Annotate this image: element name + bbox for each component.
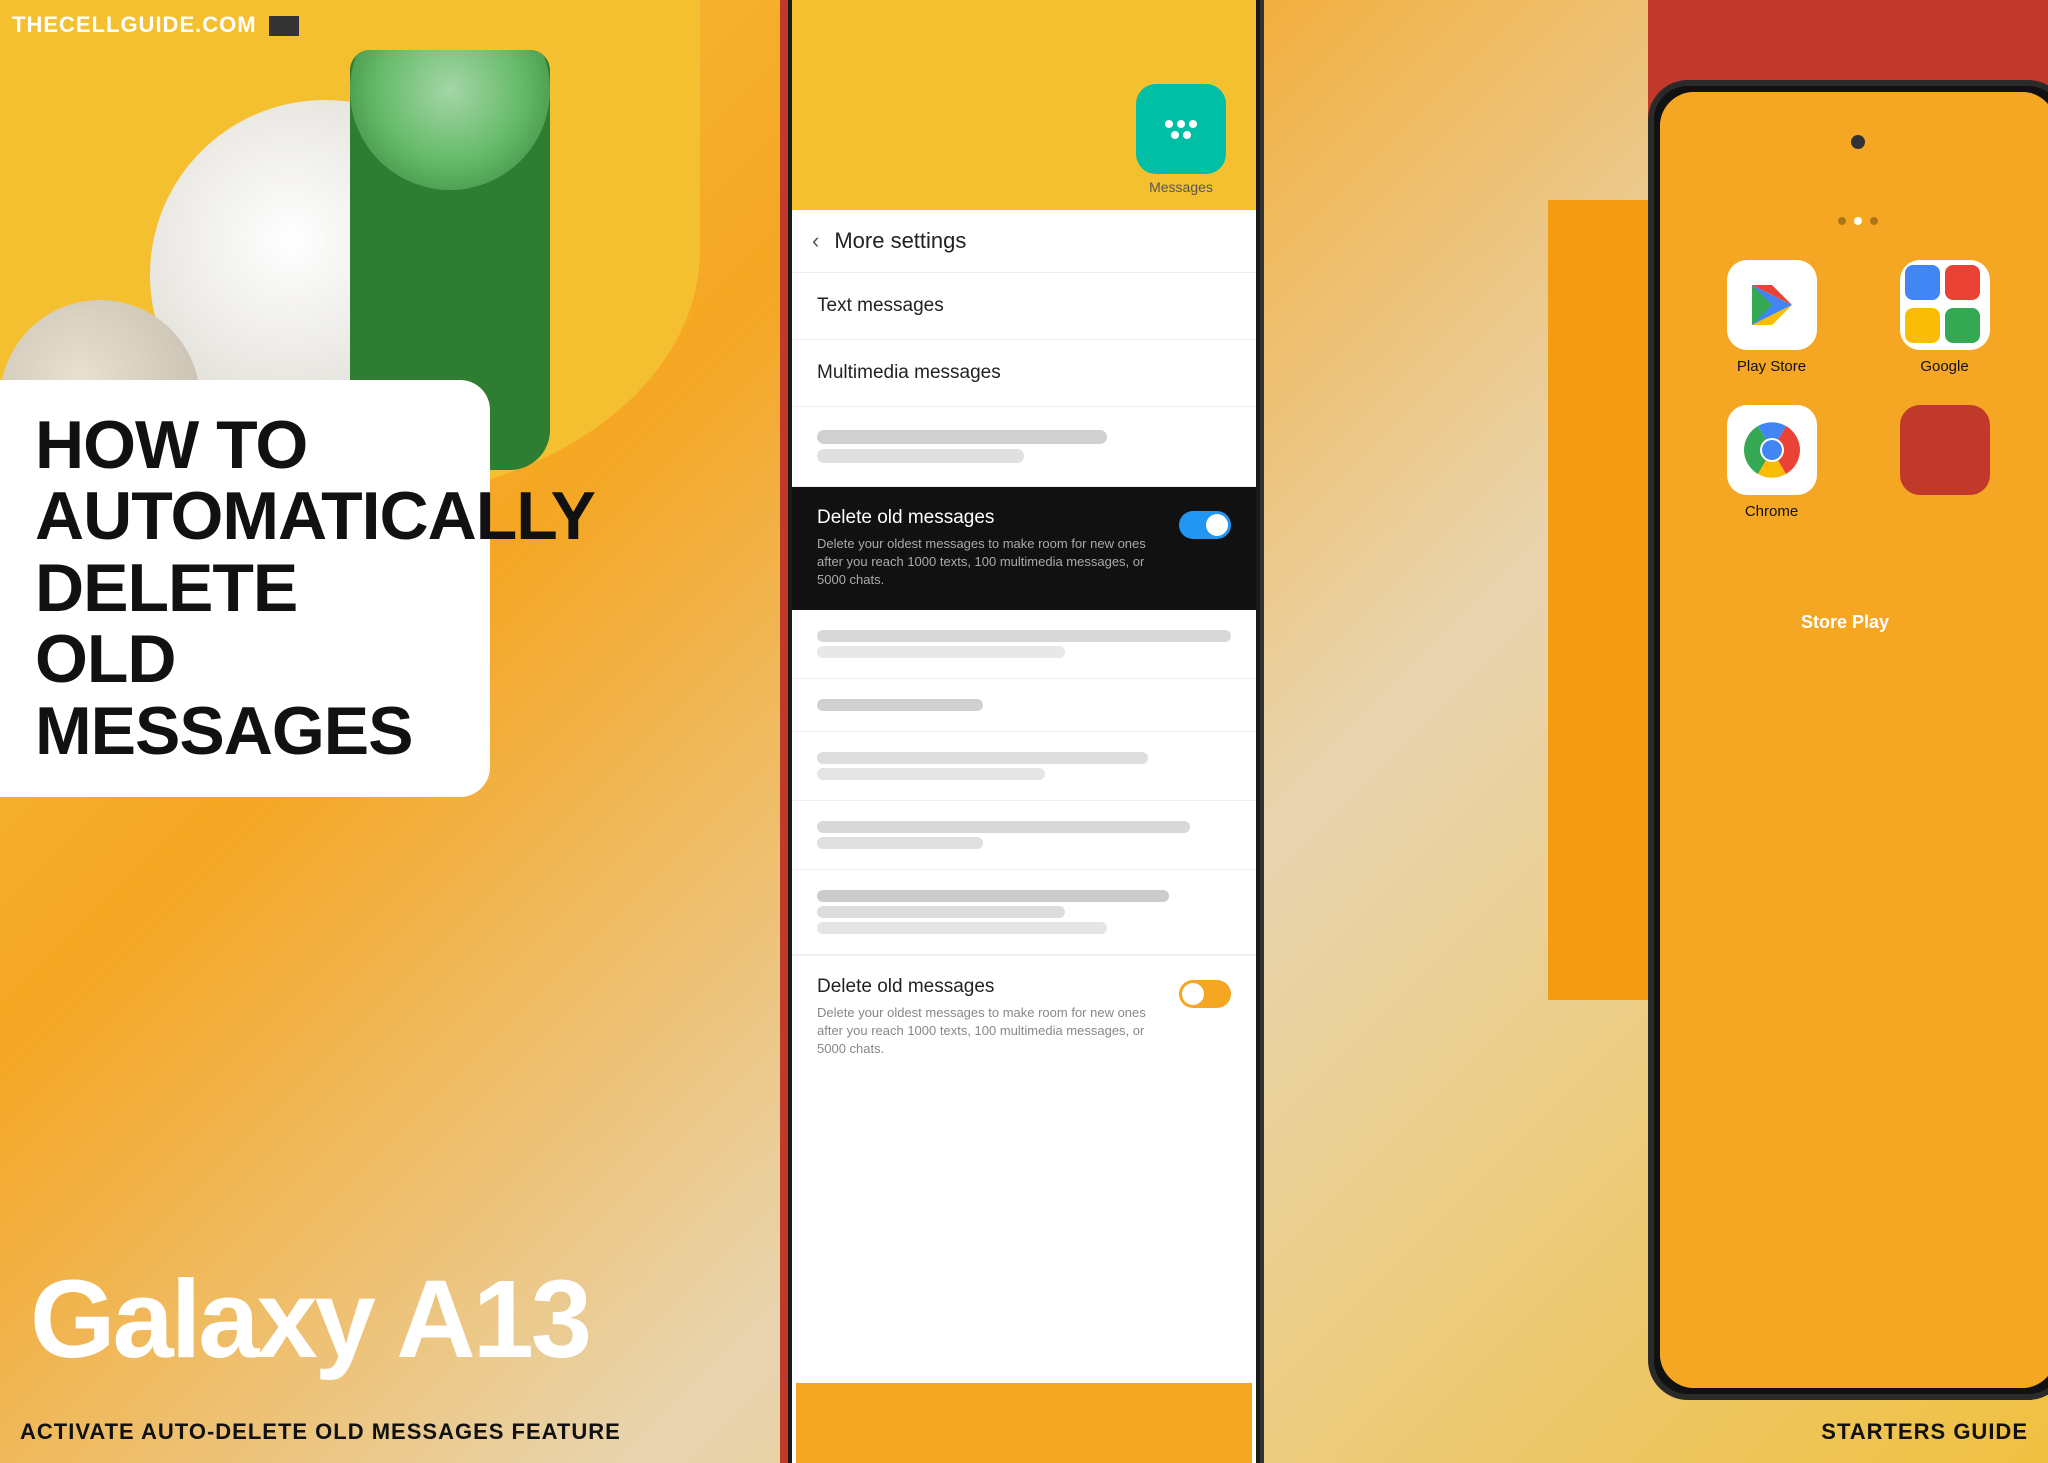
play-store-svg (1747, 280, 1797, 330)
blurred-item-a (792, 610, 1256, 679)
phone-notch-area (1660, 92, 2048, 192)
blurred-item-e (792, 870, 1256, 955)
settings-title: More settings (834, 228, 966, 254)
store-play-text: Store Play (1801, 611, 1889, 634)
google-yellow-icon (1905, 308, 1940, 343)
homescreen: Play Store Google (1660, 192, 2048, 1388)
google-app-partial: Google (1873, 260, 2016, 375)
google-blue-icon (1905, 265, 1940, 300)
back-arrow-icon[interactable]: ‹ (812, 228, 819, 254)
bg-cup-top (350, 50, 550, 190)
google-multiapp-icon (1900, 260, 1990, 350)
watermark-box (269, 16, 299, 36)
messages-app-label: Messages (1149, 179, 1213, 195)
delete-toggle-on[interactable] (1179, 511, 1231, 539)
left-divider (780, 0, 788, 1463)
delete-section-description: Delete your oldest messages to make room… (817, 535, 1164, 590)
play-store-app[interactable]: Play Store (1700, 260, 1843, 375)
messages-app-icon[interactable] (1136, 84, 1226, 174)
page-dot-1 (1838, 217, 1846, 225)
delete-section-title: Delete old messages (817, 507, 1164, 529)
icon-dot (1183, 131, 1191, 139)
center-phone: Messages ‹ More settings Text messages M… (784, 0, 1264, 1463)
app-grid: Play Store Google (1680, 240, 2036, 540)
article-title: HOW TO AUTOMATICALLY DELETE OLD MESSAGES (35, 410, 455, 767)
play-store-icon (1727, 260, 1817, 350)
left-text-panel: HOW TO AUTOMATICALLY DELETE OLD MESSAGES (0, 380, 490, 797)
delete-section-text: Delete old messages Delete your oldest m… (817, 507, 1164, 590)
delete-old-messages-section-dark: Delete old messages Delete your oldest m… (792, 487, 1256, 610)
page-dot-2-active (1854, 217, 1862, 225)
phone-bottom-bar (796, 1383, 1252, 1463)
icon-dot (1171, 131, 1179, 139)
bottom-caption-left: ACTIVATE AUTO-DELETE OLD MESSAGES FEATUR… (20, 1419, 621, 1445)
blurred-settings-item1 (792, 407, 1256, 487)
google-green-icon (1945, 308, 1980, 343)
device-model-text: Galaxy A13 (30, 1256, 589, 1383)
icon-dot (1165, 120, 1173, 128)
blurred-item-b (792, 679, 1256, 732)
delete-toggle-orange[interactable] (1179, 980, 1231, 1008)
chrome-label: Chrome (1745, 503, 1798, 520)
youtube-icon (1945, 265, 1980, 300)
settings-header: ‹ More settings (792, 210, 1256, 273)
chrome-svg (1742, 420, 1802, 480)
multimedia-messages-item[interactable]: Multimedia messages (792, 340, 1256, 407)
page-indicator (1680, 202, 2036, 240)
icon-dots-row1 (1165, 120, 1197, 128)
samsung-icon-partial (1900, 405, 1990, 495)
delete-section-light-text: Delete old messages Delete your oldest m… (817, 976, 1164, 1059)
page-dot-3 (1870, 217, 1878, 225)
chrome-icon (1727, 405, 1817, 495)
delete-section-light-title: Delete old messages (817, 976, 1164, 998)
blurred-item-c (792, 732, 1256, 801)
icon-dot (1189, 120, 1197, 128)
second-settings-panel: Delete old messages Delete your oldest m… (792, 610, 1256, 1079)
site-watermark: THECELLGUIDE.COM (12, 12, 299, 38)
right-phone: Play Store Google (1648, 80, 2048, 1400)
play-store-label: Play Store (1737, 358, 1806, 375)
delete-old-messages-section-light: Delete old messages Delete your oldest m… (792, 955, 1256, 1079)
messages-icon-area: Messages (792, 0, 1256, 210)
bottom-caption-right: STARTERS GUIDE (1821, 1419, 2028, 1445)
icon-dot (1177, 120, 1185, 128)
text-messages-item[interactable]: Text messages (792, 273, 1256, 340)
chrome-app[interactable]: Chrome (1700, 405, 1843, 520)
front-camera-dot (1851, 135, 1865, 149)
delete-section-light-desc: Delete your oldest messages to make room… (817, 1004, 1164, 1059)
blurred-item-d (792, 801, 1256, 870)
google-label: Google (1920, 358, 1968, 375)
samsung-app-partial (1873, 405, 2016, 520)
center-phone-screen: Messages ‹ More settings Text messages M… (792, 0, 1256, 1463)
icon-dots-row2 (1171, 131, 1191, 139)
right-phone-screen: Play Store Google (1660, 92, 2048, 1388)
